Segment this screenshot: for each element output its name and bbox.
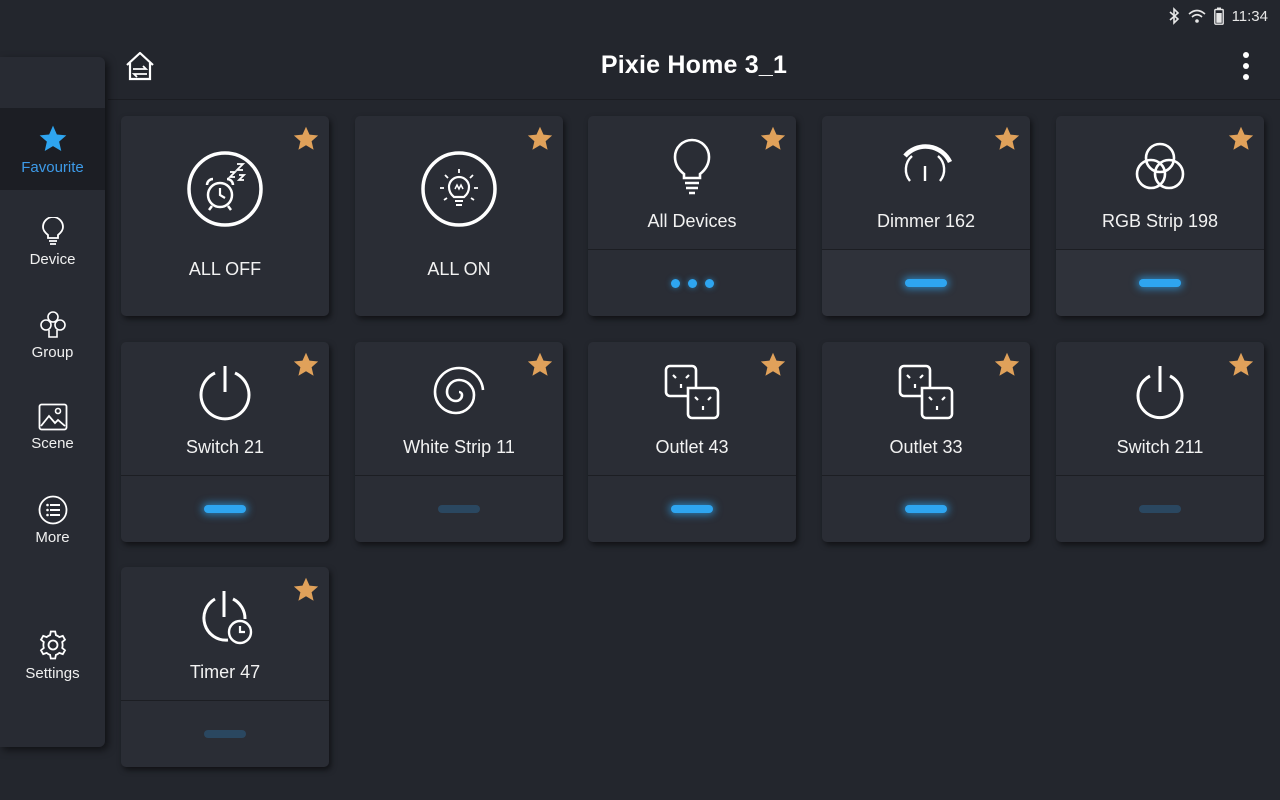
on-status-indicator [1139,279,1181,287]
card-label: ALL OFF [188,259,262,279]
sidebar-item-scene[interactable]: Scene [0,386,105,468]
device-status-area [822,475,1030,542]
favourite-star-icon[interactable] [993,125,1021,153]
favourite-star-icon[interactable] [526,125,554,153]
card-label: White Strip 11 [403,437,515,457]
bulb-group-icon [39,310,66,338]
favourite-star-icon[interactable] [526,351,554,379]
sidebar-item-settings[interactable]: Settings [0,614,105,696]
power-icon [199,366,251,421]
off-status-indicator [1139,505,1181,513]
overflow-menu-button[interactable] [1230,50,1262,82]
on-status-indicator [204,505,246,513]
on-status-indicator [671,505,713,513]
white-strip-11-card[interactable]: White Strip 11 [355,342,563,542]
rgb-circles-icon [1135,142,1185,190]
sidebar-item-device[interactable]: Device [0,201,105,283]
card-label: ALL ON [427,259,491,279]
group-status-dots [670,278,714,288]
card-label: Switch 21 [185,437,265,457]
sidebar-item-label: More [35,528,70,546]
favourite-star-icon[interactable] [993,351,1021,379]
sidebar-item-more[interactable]: More [0,479,105,561]
off-status-indicator [438,505,480,513]
device-status-area [588,475,796,542]
card-label: All Devices [647,211,737,231]
device-status-area [121,700,329,767]
device-status-area [588,249,796,316]
all-devices-card[interactable]: All Devices [588,116,796,316]
device-status-area [822,249,1030,316]
rgb-strip-198-card[interactable]: RGB Strip 198 [1056,116,1264,316]
menu-dot [1243,63,1249,69]
dimmer-icon [903,144,953,182]
on-status-indicator [905,279,947,287]
sidebar-item-label: Group [31,343,74,361]
lightbulb-icon [41,216,64,245]
favourite-star-icon[interactable] [759,125,787,153]
device-status-area [1056,249,1264,316]
device-status-area [121,475,329,542]
outlet-33-card[interactable]: Outlet 33 [822,342,1030,542]
outlet-icon [898,364,954,420]
switch-home-button[interactable] [122,48,158,84]
alarm-clock-sleep-icon [187,151,263,227]
sidebar-item-label: Favourite [21,158,84,176]
device-status-area [355,475,563,542]
all-off-card[interactable]: ALL OFF [121,116,329,316]
favourite-star-icon[interactable] [292,351,320,379]
timer-47-card[interactable]: Timer 47 [121,567,329,767]
switch-21-card[interactable]: Switch 21 [121,342,329,542]
card-label: Outlet 33 [889,437,963,457]
all-on-card[interactable]: ALL ON [355,116,563,316]
outlet-43-card[interactable]: Outlet 43 [588,342,796,542]
power-timer-icon [202,591,253,645]
image-icon [38,403,67,430]
status-bar: 11:34 [0,0,1280,32]
switch-211-card[interactable]: Switch 211 [1056,342,1264,542]
lightbulb-icon [673,138,711,195]
card-label: Timer 47 [189,662,261,682]
gear-icon [39,630,66,659]
on-status-indicator [905,505,947,513]
wifi-icon [1188,9,1206,23]
sidebar-item-group[interactable]: Group [0,294,105,376]
dimmer-162-card[interactable]: Dimmer 162 [822,116,1030,316]
favourite-star-icon[interactable] [292,125,320,153]
device-status-area [1056,475,1264,542]
off-status-indicator [204,730,246,738]
card-label: Switch 211 [1116,437,1204,457]
sidebar-item-label: Device [29,250,76,268]
favourite-star-icon[interactable] [759,351,787,379]
lightbulb-on-icon [421,151,497,227]
sidebar-item-label: Scene [31,434,74,452]
app-header: Pixie Home 3_1 [108,32,1280,100]
favourite-star-icon[interactable] [1227,125,1255,153]
list-circle-icon [38,495,67,524]
card-label: RGB Strip 198 [1101,211,1219,231]
bluetooth-icon [1169,7,1179,25]
page-title: Pixie Home 3_1 [600,51,788,79]
card-label: Outlet 43 [655,437,729,457]
menu-dot [1243,52,1249,58]
battery-icon [1213,7,1224,25]
home-switch-icon [126,51,154,81]
outlet-icon [664,364,720,420]
menu-dot [1243,74,1249,80]
status-time: 11:34 [1231,7,1268,25]
sidebar-item-label: Settings [25,664,80,682]
sidebar-item-favourite[interactable]: Favourite [0,108,105,190]
power-icon [1136,366,1184,420]
favourite-star-icon[interactable] [1227,351,1255,379]
card-label: Dimmer 162 [876,211,976,231]
spiral-strip-icon [433,366,485,415]
star-icon [39,125,66,151]
sidebar: Favourite Device Group Scene More Settin… [0,57,105,747]
favourite-star-icon[interactable] [292,576,320,604]
